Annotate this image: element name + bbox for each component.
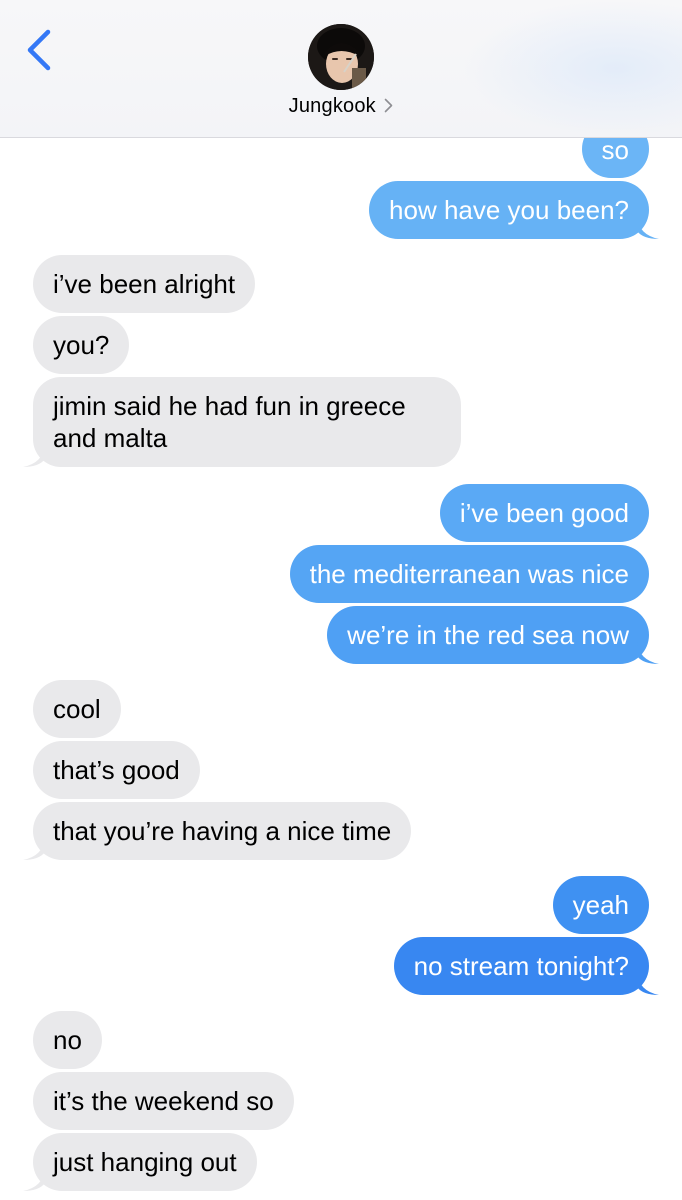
message-text: cool [53,694,101,724]
sent-message-bubble[interactable]: i’ve been good [439,484,649,542]
sent-message-bubble[interactable]: yeah [552,876,649,934]
contact-photo [308,24,374,90]
message-text: the mediterranean was nice [309,559,629,589]
messages-screen: Jungkook so how have you been? i’ve been… [0,0,682,1200]
bubble-tail [23,1169,45,1191]
received-message-bubble[interactable]: i’ve been alright [33,255,256,313]
chevron-left-icon [27,29,51,71]
sent-message-bubble[interactable]: no stream tonight? [393,937,659,995]
message-text: how have you been? [389,195,629,225]
bubble-tail [637,973,659,995]
bubble-tail [23,838,45,860]
received-message-bubble[interactable]: no [33,1011,102,1069]
received-message-bubble[interactable]: just hanging out [23,1133,257,1191]
bubble-tail [637,642,659,664]
received-message-bubble[interactable]: jimin said he had fun in greece and malt… [23,377,461,467]
sent-message-bubble[interactable]: how have you been? [369,181,659,239]
sent-message-bubble[interactable]: we’re in the red sea now [327,606,659,664]
message-text: no stream tonight? [413,951,629,981]
message-text: it’s the weekend so [53,1086,274,1116]
message-text: yeah [572,890,629,920]
bubble-tail [23,445,45,467]
message-text: that you’re having a nice time [53,816,392,846]
message-text: we’re in the red sea now [347,620,629,650]
message-text: just hanging out [53,1147,237,1177]
received-message-bubble[interactable]: it’s the weekend so [33,1072,294,1130]
message-text: that’s good [53,755,180,785]
received-message-bubble[interactable]: you? [33,316,130,374]
message-text: i’ve been good [459,498,629,528]
chevron-right-icon [385,98,393,113]
contact-name-button[interactable]: Jungkook [0,95,682,118]
message-text: you? [53,330,110,360]
message-text: no [53,1025,82,1055]
contact-name: Jungkook [288,95,376,117]
sent-message-bubble[interactable]: the mediterranean was nice [289,545,649,603]
bubble-tail [637,217,659,239]
message-text: i’ve been alright [53,269,236,299]
received-message-bubble[interactable]: that’s good [33,741,200,799]
back-button[interactable] [20,26,60,74]
avatar[interactable] [308,24,374,90]
message-text: so [601,135,629,165]
message-text: jimin said he had fun in greece and malt… [53,391,406,453]
received-message-bubble[interactable]: that you’re having a nice time [23,802,412,860]
conversation-header: Jungkook [0,0,682,138]
received-message-bubble[interactable]: cool [33,680,121,738]
